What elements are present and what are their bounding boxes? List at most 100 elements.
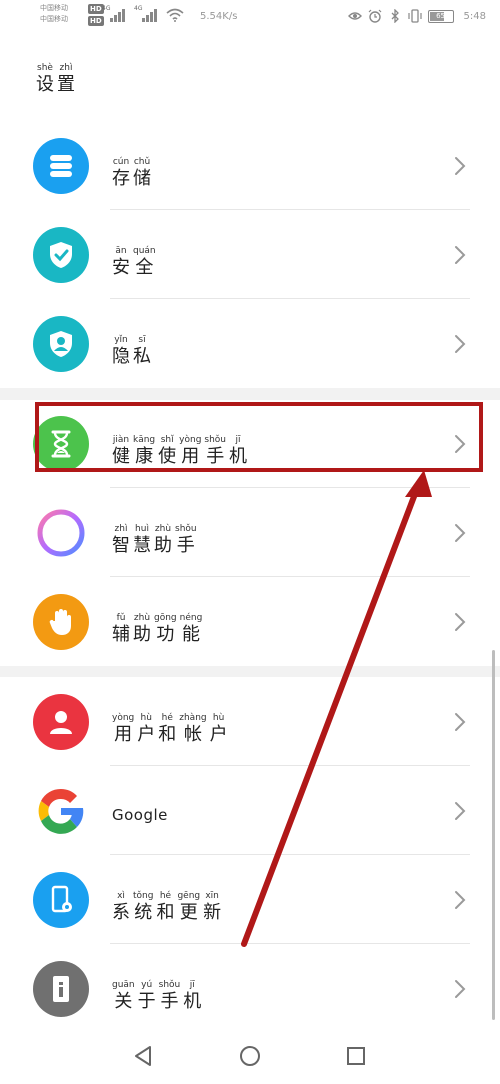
pinyin: zhàng: [179, 713, 207, 723]
user-icon: [33, 694, 89, 750]
ruby-char: chǔ 储: [133, 157, 151, 190]
eye-icon: [347, 12, 362, 20]
chevron-right-icon: [454, 612, 466, 632]
settings-item-label: yòng 用 hù 户 hé 和 zhàng 帐 hù 户: [112, 705, 231, 746]
pinyin: hé: [161, 713, 173, 723]
ruby-char: xīn 新: [203, 891, 221, 924]
battery-icon: 65: [427, 9, 454, 23]
ruby-char: zhù 助: [154, 524, 172, 557]
settings-item-label: zhì 智 huì 慧 zhù 助 shǒu 手: [112, 516, 200, 557]
hanzi: 置: [57, 74, 75, 95]
settings-item-google[interactable]: Google: [0, 767, 500, 855]
hanzi: 和: [156, 902, 175, 923]
ruby-char: tǒng 统: [133, 891, 153, 924]
settings-item-label: yǐn 隐 sī 私: [112, 327, 154, 368]
settings-item-security-shield[interactable]: ān 安 quán 全: [0, 211, 500, 299]
alarm-icon: [368, 9, 381, 23]
page-title: shè 设 zhì 置: [36, 55, 78, 96]
settings-item-user[interactable]: yòng 用 hù 户 hé 和 zhàng 帐 hù 户: [0, 678, 500, 766]
pinyin: shǒu: [175, 524, 197, 534]
hd-badge-2: HD: [88, 16, 104, 26]
pinyin: néng: [179, 613, 203, 623]
hanzi: 用: [114, 724, 133, 745]
storage-icon: [33, 138, 89, 194]
hanzi: 手: [176, 535, 195, 556]
section-gap: [0, 388, 500, 400]
hanzi: 设: [36, 74, 54, 95]
scrollbar[interactable]: [492, 650, 495, 1020]
settings-item-label: xì 系 tǒng 统 hé 和 gēng 更 xīn 新: [112, 883, 224, 924]
hanzi: 新: [203, 902, 222, 923]
chevron-right-icon: [454, 245, 466, 265]
net-speed: 5.54K/s: [200, 11, 238, 22]
hanzi: 智: [112, 535, 130, 556]
ruby-char: yòng 用: [112, 713, 134, 746]
pinyin: gēng: [177, 891, 201, 901]
ruby-char: hé 和: [158, 713, 176, 746]
settings-item-about-phone[interactable]: guān 关 yú 于 shǒu 手 jī 机: [0, 945, 500, 1033]
ruby-char: quán 全: [133, 246, 156, 279]
bluetooth-icon: [391, 9, 399, 23]
divider: [110, 854, 470, 855]
pinyin: gōng: [154, 613, 177, 623]
ruby-char: huì 慧: [133, 524, 151, 557]
hanzi: 存: [112, 168, 130, 189]
recent-apps-icon[interactable]: [344, 1044, 368, 1068]
pinyin: zhù: [154, 524, 172, 534]
settings-item-hand[interactable]: fǔ 辅 zhù 助 gōng 功 néng 能: [0, 578, 500, 666]
hanzi: 慧: [133, 535, 151, 556]
section-gap: [0, 665, 500, 677]
ruby-char: zhàng 帐: [179, 713, 206, 746]
highlight-annotation-box: [35, 402, 483, 472]
settings-item-label: cún 存 chǔ 储: [112, 149, 154, 190]
ruby-char: zhì 智: [112, 524, 130, 557]
settings-item-storage[interactable]: cún 存 chǔ 储: [0, 122, 500, 210]
hanzi: 更: [179, 902, 198, 923]
ruby-char: ān 安: [112, 246, 130, 279]
ruby-char: hù 户: [137, 713, 155, 746]
hanzi: 安: [112, 257, 130, 278]
hanzi: 和: [158, 724, 177, 745]
carrier-line-2: 中国移动: [40, 15, 68, 23]
back-icon[interactable]: [132, 1044, 156, 1068]
assistant-ring-icon: [33, 505, 89, 561]
ruby-char: zhù 助: [133, 613, 151, 646]
hanzi: 统: [134, 902, 153, 923]
home-icon[interactable]: [238, 1044, 262, 1068]
divider: [110, 765, 470, 766]
ruby-char: cún 存: [112, 157, 130, 190]
security-shield-icon: [33, 227, 89, 283]
hanzi: 系: [112, 902, 130, 923]
hanzi: 私: [133, 346, 151, 367]
ruby-char: yǐn 隐: [112, 335, 130, 368]
ruby-char: hé 和: [156, 891, 174, 924]
pinyin: hù: [140, 713, 152, 723]
hanzi: 于: [137, 991, 156, 1012]
pinyin: hé: [159, 891, 172, 901]
settings-item-assistant-ring[interactable]: zhì 智 huì 慧 zhù 助 shǒu 手: [0, 489, 500, 577]
settings-item-system-phone-gear[interactable]: xì 系 tǒng 统 hé 和 gēng 更 xīn 新: [0, 856, 500, 944]
pinyin: guān: [112, 980, 135, 990]
hanzi: 助: [133, 624, 151, 645]
pinyin: fǔ: [116, 613, 126, 623]
settings-item-label: fǔ 辅 zhù 助 gōng 功 néng 能: [112, 605, 205, 646]
vibrate-icon: [407, 9, 422, 23]
ruby-char: xì 系: [112, 891, 130, 924]
google-label: Google: [112, 806, 168, 824]
ruby-char: shǒu 手: [175, 524, 197, 557]
divider: [110, 487, 470, 488]
pinyin: yòng: [112, 713, 135, 723]
wifi-icon: [166, 8, 184, 22]
pinyin: shè: [37, 63, 53, 73]
hanzi: 户: [137, 724, 156, 745]
pinyin: xì: [117, 891, 125, 901]
settings-item-label: guān 关 yú 于 shǒu 手 jī 机: [112, 972, 204, 1013]
settings-item-label: ān 安 quán 全: [112, 238, 159, 279]
settings-item-privacy[interactable]: yǐn 隐 sī 私: [0, 300, 500, 388]
pinyin: xīn: [205, 891, 219, 901]
ruby-char: hù 户: [210, 713, 228, 746]
pinyin: ān: [115, 246, 127, 256]
ruby-char: sī 私: [133, 335, 151, 368]
chevron-right-icon: [454, 712, 466, 732]
system-phone-gear-icon: [33, 872, 89, 928]
